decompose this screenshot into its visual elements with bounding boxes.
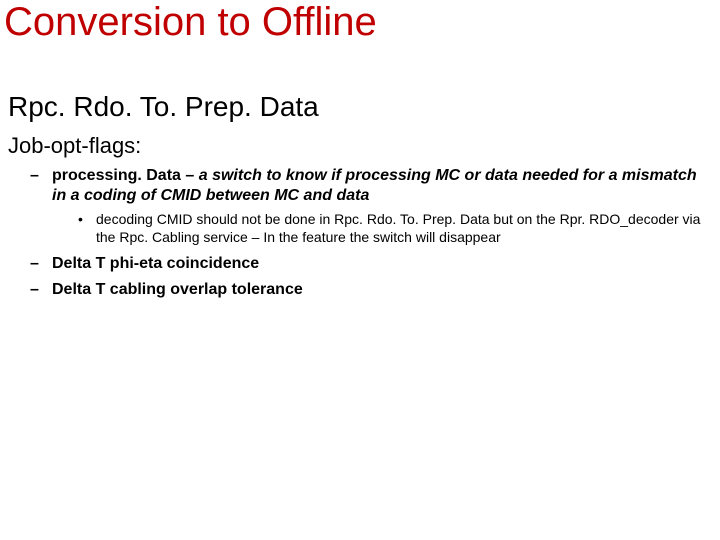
slide-subtitle: Rpc. Rdo. To. Prep. Data (8, 91, 319, 123)
sub-bullet-tail: In the feature the switch will disappear (263, 229, 500, 245)
bullet-sep: – (181, 167, 199, 184)
list-item: processing. Data – a switch to know if p… (30, 166, 702, 246)
bullet-list: processing. Data – a switch to know if p… (30, 166, 702, 306)
section-heading: Job-opt-flags: (8, 133, 141, 159)
bullet-lead: processing. Data (52, 167, 181, 184)
bullet-text: Delta T cabling overlap tolerance (52, 281, 303, 298)
list-item: Delta T phi-eta coincidence (30, 254, 702, 274)
slide-title: Conversion to Offline (4, 0, 377, 45)
sub-list-item: decoding CMID should not be done in Rpc.… (78, 210, 702, 246)
slide: Conversion to Offline Rpc. Rdo. To. Prep… (0, 0, 720, 540)
bullet-text: Delta T phi-eta coincidence (52, 255, 259, 272)
list-item: Delta T cabling overlap tolerance (30, 280, 702, 300)
